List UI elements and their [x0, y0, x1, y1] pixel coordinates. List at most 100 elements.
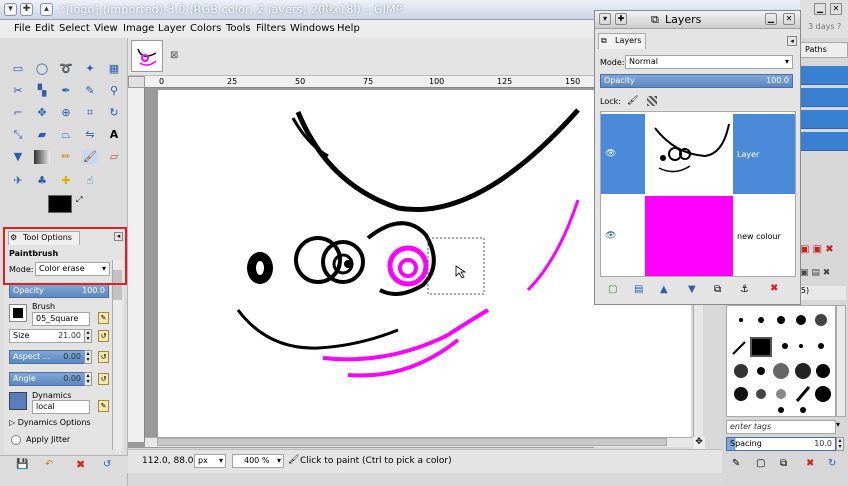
image-tab-thumbnail[interactable] [131, 40, 163, 72]
dynamics-field[interactable]: local [32, 400, 90, 414]
new-brush-icon[interactable]: ▢ [756, 458, 765, 469]
menu-help[interactable]: Help [337, 23, 360, 34]
panel-menu-icon[interactable]: ◂ [787, 36, 797, 46]
scissors-icon[interactable]: ✂ [10, 84, 26, 98]
rect-select-icon[interactable]: ▭ [10, 62, 26, 76]
crop-icon[interactable]: ⌗ [82, 106, 98, 120]
lower-layer-icon[interactable]: ▼ [688, 284, 696, 295]
horizontal-scrollbar[interactable] [145, 437, 692, 447]
dynamics-options-expander[interactable]: ▷ Dynamics Options [9, 418, 91, 427]
duplicate-layer-icon[interactable]: ⧉ [714, 284, 721, 295]
brushes-grid[interactable] [726, 305, 836, 417]
ellipse-select-icon[interactable]: ◯ [34, 62, 50, 76]
tool-options-scrollbar[interactable] [112, 260, 122, 450]
scale-icon[interactable]: ⤡ [10, 128, 26, 142]
spacing-slider[interactable]: Spacing 10.0 [726, 437, 836, 451]
close-icon[interactable]: ✕ [830, 3, 842, 15]
edit-dynamics-icon[interactable]: ✎ [98, 400, 109, 412]
eraser-icon[interactable]: ▱ [106, 150, 122, 164]
color-picker-icon[interactable]: ✎ [82, 84, 98, 98]
menu-windows[interactable]: Windows [290, 23, 335, 34]
delete-options-icon[interactable]: ✖ [76, 458, 85, 471]
unit-dropdown[interactable]: px ▾ [194, 454, 226, 468]
foreground-color-swatch[interactable] [48, 195, 72, 213]
chevron-down-icon[interactable]: ▾ [836, 420, 846, 434]
angle-slider[interactable]: Angle 0.00 [9, 372, 85, 386]
perspective-icon[interactable]: ⏢ [58, 128, 74, 142]
horizontal-ruler[interactable]: 0 25 50 75 100 125 150 [145, 76, 594, 88]
reset-aspect-icon[interactable]: ↺ [98, 351, 109, 363]
shear-icon[interactable]: ▰ [34, 128, 50, 142]
lock-alpha-icon[interactable] [647, 96, 657, 106]
spacing-stepper[interactable]: ▴ ▾ [836, 437, 844, 451]
layer-row[interactable]: 👁 new colour [601, 196, 795, 276]
swap-colors-icon[interactable]: ⤢ [76, 195, 82, 205]
reset-size-icon[interactable]: ↺ [98, 330, 109, 342]
window-menu-icon[interactable]: ▾ [4, 3, 17, 16]
vertical-ruler[interactable] [128, 88, 145, 442]
aspect-stepper[interactable]: ▴ ▾ [84, 350, 92, 364]
pin-icon[interactable]: ✚ [615, 13, 627, 25]
angle-stepper[interactable]: ▴ ▾ [84, 372, 92, 386]
lock-pixels-icon[interactable]: 🖌 [627, 96, 638, 106]
layer-row-selected[interactable]: 👁 Layer [601, 114, 795, 194]
menu-view[interactable]: View [94, 23, 118, 34]
dock-panel-tabs[interactable]: ▣ ▤ ✖ [800, 268, 848, 282]
layer-mode-dropdown[interactable]: Normal ▾ [625, 55, 793, 69]
bucket-fill-icon[interactable]: ▼ [10, 150, 26, 164]
smudge-icon[interactable]: ☝ [82, 174, 98, 188]
duplicate-brush-icon[interactable]: ⧉ [780, 458, 787, 469]
zoom-dropdown[interactable]: 400 % ▾ [232, 454, 284, 468]
quick-mask-corner[interactable] [128, 76, 145, 88]
anchor-layer-icon[interactable]: ⚓ [740, 284, 749, 295]
size-stepper[interactable]: ▴ ▾ [84, 329, 92, 343]
reset-angle-icon[interactable]: ↺ [98, 373, 109, 385]
color-select-icon[interactable]: ▦ [106, 62, 122, 76]
clone-icon[interactable]: ♣ [34, 174, 50, 188]
restore-options-icon[interactable]: ↶ [45, 459, 53, 470]
blend-icon[interactable] [34, 150, 50, 164]
tab-paths[interactable]: Paths [800, 42, 848, 58]
menu-image[interactable]: Image [123, 23, 154, 34]
raise-layer-icon[interactable]: ▲ [660, 284, 668, 295]
menu-tools[interactable]: Tools [226, 23, 251, 34]
edit-brush-icon[interactable]: ✎ [732, 458, 740, 469]
reset-options-icon[interactable]: ↺ [103, 459, 111, 470]
brush-preview[interactable] [9, 304, 27, 322]
menu-layer[interactable]: Layer [158, 23, 186, 34]
shade-icon[interactable]: ▴ [40, 3, 53, 16]
aspect-slider[interactable]: Aspect ... 0.00 [9, 350, 85, 364]
rotate-icon[interactable]: ↻ [106, 106, 122, 120]
move-icon[interactable]: ✥ [34, 106, 50, 120]
text-tool-icon[interactable]: A [106, 128, 122, 142]
dock-toolbar-icons[interactable]: ▣ ▣ ✖ [800, 244, 848, 258]
refresh-brushes-icon[interactable]: ↻ [828, 458, 836, 469]
airbrush-icon[interactable]: ✈ [10, 174, 26, 188]
flip-icon[interactable]: ⇋ [82, 128, 98, 142]
save-options-icon[interactable]: 💾 [16, 459, 28, 470]
layers-titlebar[interactable]: ▾ ✚ ⧉ Layers ▁ ✕ [595, 11, 800, 29]
measure-icon[interactable]: ⌐ [10, 106, 26, 120]
opacity-slider[interactable]: Opacity 100.0 [9, 284, 109, 298]
pencil-icon[interactable]: ✏ [58, 150, 74, 164]
delete-layer-icon[interactable]: ✖ [770, 283, 778, 294]
close-icon[interactable]: ✕ [783, 13, 795, 25]
edit-brush-icon[interactable]: ✎ [98, 312, 109, 324]
fuzzy-select-icon[interactable]: ✦ [82, 62, 98, 76]
lasso-icon[interactable]: ➰ [58, 62, 74, 76]
dynamics-icon[interactable] [9, 392, 27, 410]
minimize-icon[interactable]: ▁ [814, 3, 826, 15]
paintbrush-icon[interactable]: 🖌 [82, 150, 98, 164]
menu-filters[interactable]: Filters [256, 23, 286, 34]
close-tab-icon[interactable]: ⊠ [170, 50, 178, 61]
new-layer-group-icon[interactable]: ▤ [634, 284, 643, 295]
layer-opacity-slider[interactable]: Opacity 100.0 [600, 74, 793, 88]
menu-select[interactable]: Select [59, 23, 90, 34]
new-layer-icon[interactable]: ▢ [608, 284, 617, 295]
pin-icon[interactable]: ✚ [20, 3, 33, 16]
menu-edit[interactable]: Edit [35, 23, 54, 34]
apply-jitter-checkbox[interactable] [11, 435, 21, 445]
brush-tags-input[interactable]: enter tags [726, 420, 836, 434]
navigate-icon[interactable]: ✥ [693, 437, 705, 449]
size-field[interactable]: Size 21.00 [9, 329, 85, 343]
